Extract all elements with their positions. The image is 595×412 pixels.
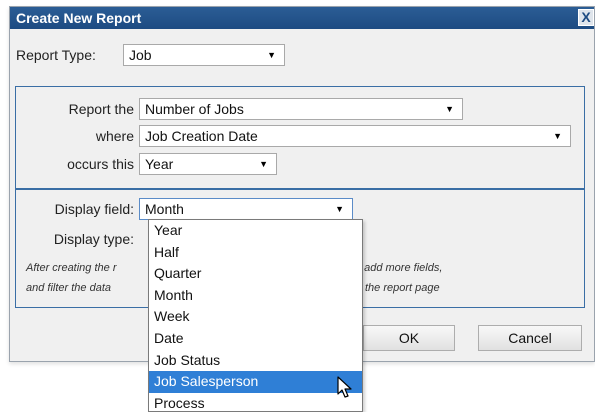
occurs-this-label: occurs this (67, 156, 134, 172)
dropdown-option[interactable]: Process (149, 393, 362, 411)
caret-down-icon: ▼ (259, 159, 268, 169)
dropdown-option[interactable]: Quarter (149, 263, 362, 285)
report-the-label: Report the (68, 101, 134, 117)
occurs-this-value: Year (145, 156, 174, 172)
report-the-value: Number of Jobs (145, 101, 244, 117)
report-type-select[interactable]: Job ▼ (123, 44, 285, 66)
panel-divider (16, 188, 584, 190)
where-label: where (95, 128, 134, 144)
caret-down-icon: ▼ (445, 104, 454, 114)
dropdown-option[interactable]: Date (149, 328, 362, 350)
dialog-title: Create New Report (16, 10, 142, 26)
caret-down-icon: ▼ (267, 50, 276, 60)
caret-down-icon: ▼ (553, 131, 562, 141)
caret-down-icon: ▼ (335, 204, 344, 214)
where-select[interactable]: Job Creation Date ▼ (139, 125, 571, 147)
mouse-pointer-icon (337, 376, 352, 398)
cancel-button[interactable]: Cancel (478, 325, 582, 351)
note-line1-start: After creating the r (26, 262, 117, 274)
report-the-select[interactable]: Number of Jobs ▼ (139, 98, 463, 120)
note-line2-end: the report page (365, 282, 440, 294)
display-type-label: Display type: (53, 231, 134, 247)
ok-button[interactable]: OK (363, 325, 455, 351)
display-field-label: Display field: (54, 201, 134, 217)
where-value: Job Creation Date (145, 128, 258, 144)
close-icon: X (581, 9, 591, 25)
display-field-select[interactable]: Month ▼ (139, 198, 353, 220)
dropdown-option[interactable]: Month (149, 285, 362, 307)
note-line2-start: and filter the data (26, 282, 112, 294)
report-type-value: Job (129, 47, 152, 63)
dropdown-option[interactable]: Job Status (149, 350, 362, 372)
report-type-label: Report Type: (16, 47, 96, 63)
dropdown-option[interactable]: Week (149, 306, 362, 328)
display-field-dropdown-list[interactable]: Year Half Quarter Month Week Date Job St… (148, 219, 363, 412)
close-button[interactable]: X (578, 9, 594, 26)
note-line1-end: , add more fields, (358, 262, 443, 274)
display-field-value: Month (145, 201, 184, 217)
dropdown-option-highlighted[interactable]: Job Salesperson (149, 371, 362, 393)
dropdown-option[interactable]: Half (149, 242, 362, 264)
dropdown-option[interactable]: Year (149, 220, 362, 242)
dialog-titlebar: Create New Report X (10, 7, 594, 29)
occurs-this-select[interactable]: Year ▼ (139, 153, 277, 175)
